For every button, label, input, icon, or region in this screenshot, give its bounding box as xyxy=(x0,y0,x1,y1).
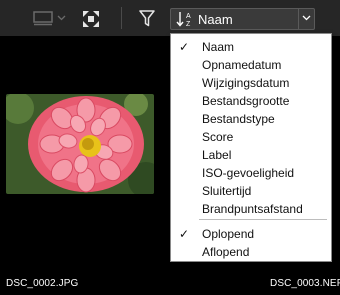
chevron-down-icon[interactable] xyxy=(57,15,66,21)
sort-select-value: Naam xyxy=(198,12,233,27)
menu-item-aflopend[interactable]: Aflopend xyxy=(171,243,331,261)
sort-dropdown-button[interactable] xyxy=(298,9,314,29)
menu-item-opnamedatum[interactable]: Opnamedatum xyxy=(171,56,331,74)
menu-item-naam[interactable]: ✓ Naam xyxy=(171,38,331,56)
menu-item-label: Opnamedatum xyxy=(202,58,282,72)
toolbar-separator xyxy=(121,7,122,29)
menu-item-score[interactable]: Score xyxy=(171,128,331,146)
menu-divider xyxy=(199,219,327,220)
sort-az-icon: A Z xyxy=(176,12,191,27)
svg-text:Z: Z xyxy=(186,21,191,27)
menu-item-label: Oplopend xyxy=(202,227,255,241)
thumbnail-dsc-0002[interactable] xyxy=(6,94,154,194)
svg-text:A: A xyxy=(186,13,191,20)
menu-item-label: Bestandsgrootte xyxy=(202,94,290,108)
menu-item-label: Wijzigingsdatum xyxy=(202,76,290,90)
menu-item-oplopend[interactable]: ✓ Oplopend xyxy=(171,225,331,243)
checkmark-icon: ✓ xyxy=(179,40,190,54)
menu-item-label: Score xyxy=(202,130,234,144)
menu-item-brandpuntsafstand[interactable]: Brandpuntsafstand xyxy=(171,200,331,218)
filter-icon[interactable] xyxy=(139,10,155,27)
flower-photo xyxy=(6,94,154,194)
menu-item-bestandsgrootte[interactable]: Bestandsgrootte xyxy=(171,92,331,110)
menu-item-wijzigingsdatum[interactable]: Wijzigingsdatum xyxy=(171,74,331,92)
fit-screen-icon[interactable] xyxy=(82,10,100,28)
menu-item-sluitertijd[interactable]: Sluitertijd xyxy=(171,182,331,200)
grid-view-icon[interactable] xyxy=(33,11,53,27)
file-name-label: DSC_0003.NEF xyxy=(270,278,340,289)
menu-item-label: ISO-gevoeligheid xyxy=(202,166,295,180)
file-name-label: DSC_0002.JPG xyxy=(6,278,79,289)
chevron-down-icon xyxy=(302,15,311,21)
menu-item-label: Bestandstype xyxy=(202,112,275,126)
sort-select[interactable]: A Z Naam xyxy=(170,8,315,30)
toolbar: A Z Naam xyxy=(0,0,340,36)
checkmark-icon: ✓ xyxy=(179,227,190,241)
menu-item-label: Label xyxy=(202,148,232,162)
menu-item-label: Aflopend xyxy=(202,245,250,259)
menu-item-iso[interactable]: ISO-gevoeligheid xyxy=(171,164,331,182)
sort-dropdown-menu: ✓ Naam Opnamedatum Wijzigingsdatum Besta… xyxy=(170,33,332,262)
menu-item-bestandstype[interactable]: Bestandstype xyxy=(171,110,331,128)
menu-item-label-sort[interactable]: Label xyxy=(171,146,331,164)
menu-item-label: Brandpuntsafstand xyxy=(202,202,303,216)
menu-item-label: Naam xyxy=(202,40,235,54)
menu-item-label: Sluitertijd xyxy=(202,184,252,198)
